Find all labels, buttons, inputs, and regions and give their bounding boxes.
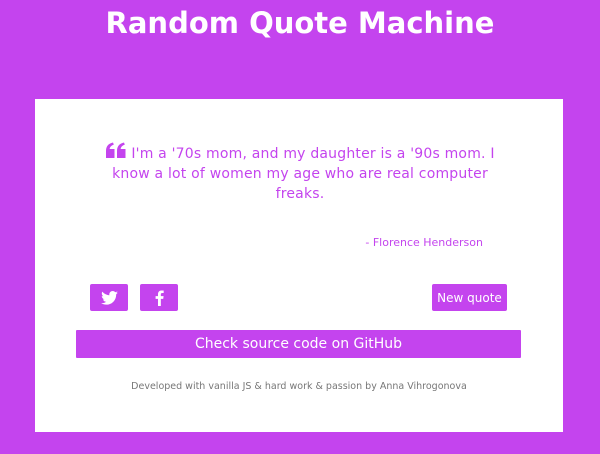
footer-credit: Developed with vanilla JS & hard work & … — [131, 381, 467, 392]
quote-author: - Florence Henderson — [365, 236, 483, 249]
share-facebook-button[interactable] — [140, 284, 178, 311]
quote-text: I'm a '70s mom, and my daughter is a '90… — [112, 146, 495, 202]
new-quote-button[interactable]: New quote — [432, 284, 507, 311]
quote-text-block: I'm a '70s mom, and my daughter is a '90… — [95, 142, 505, 204]
quote-left-icon — [106, 142, 126, 158]
twitter-icon — [100, 290, 118, 305]
github-source-button[interactable]: Check source code on GitHub — [76, 330, 521, 358]
quote-card: I'm a '70s mom, and my daughter is a '90… — [35, 99, 563, 432]
page-title: Random Quote Machine — [105, 6, 495, 40]
facebook-icon — [155, 289, 164, 306]
tweet-quote-button[interactable] — [90, 284, 128, 311]
